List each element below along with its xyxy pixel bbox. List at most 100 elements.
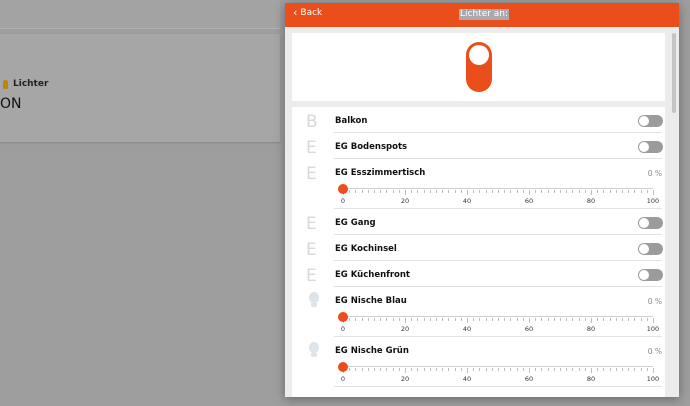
- dimmer-slider[interactable]: [338, 182, 654, 196]
- slider-tick: [646, 190, 648, 193]
- slider-tick: [417, 318, 419, 321]
- slider-tick: [349, 368, 351, 371]
- back-button[interactable]: ‹ Back: [293, 7, 323, 18]
- slider-tick: [349, 190, 351, 193]
- slider-tick: [529, 190, 530, 195]
- dialog-scrollbar[interactable]: [672, 33, 676, 113]
- dimmer-slider[interactable]: [338, 360, 654, 374]
- slider-tick: [374, 368, 375, 371]
- slider-tick: [615, 190, 617, 193]
- slider-tick: [634, 318, 636, 321]
- slider-tick: [380, 368, 382, 371]
- switch-knob: [639, 116, 649, 126]
- switch-knob: [639, 244, 649, 254]
- slider-thumb[interactable]: [338, 312, 348, 322]
- slider-tick-label: 40: [462, 325, 472, 333]
- slider-tick-label: 60: [524, 325, 534, 333]
- slider-tick: [522, 368, 524, 371]
- slider-tick: [392, 318, 394, 321]
- slider-track: [343, 188, 653, 189]
- dialog-header: ‹ Back Lichter an:: [285, 3, 679, 27]
- slider-tick: [398, 368, 400, 371]
- dialog-title: Lichter an:: [459, 9, 510, 20]
- slider-tick: [510, 318, 512, 321]
- main-toggle-card: [292, 33, 665, 101]
- slider-tick-label: 0: [340, 325, 346, 333]
- slider-tick: [485, 368, 487, 371]
- slider-tick: [498, 318, 499, 321]
- list-item: E EG Küchenfront: [292, 261, 665, 287]
- slider-tick: [491, 318, 493, 321]
- lightbulb-icon: [3, 79, 8, 89]
- slider-tick: [355, 368, 357, 371]
- item-switch[interactable]: [638, 243, 663, 255]
- slider-tick: [591, 318, 592, 323]
- bulb-base: [311, 303, 317, 307]
- slider-tick: [547, 190, 549, 193]
- slider-tick: [634, 190, 636, 193]
- slider-tick: [467, 368, 468, 373]
- slider-tick: [398, 190, 400, 193]
- slider-tick: [566, 318, 568, 321]
- slider-tick-labels: 0 20 40 60 80 100: [341, 375, 663, 383]
- slider-tick-label: 60: [524, 197, 534, 205]
- item-switch[interactable]: [638, 217, 663, 229]
- slider-tick: [646, 368, 648, 371]
- slider-tick: [417, 368, 419, 371]
- slider-tick: [572, 368, 574, 371]
- main-lights-toggle[interactable]: [466, 42, 492, 92]
- list-item: EG Nische Blau 0 % 0 20 40 60 80 100: [292, 287, 665, 337]
- slider-tick: [597, 368, 599, 371]
- bulb-base: [311, 353, 317, 357]
- item-letter-icon: E: [306, 214, 317, 234]
- slider-tick: [392, 368, 394, 371]
- slider-tick: [597, 190, 599, 193]
- slider-tick: [454, 368, 456, 371]
- toggle-knob: [469, 45, 489, 65]
- item-percent: 0 %: [647, 297, 662, 306]
- switch-knob: [639, 142, 649, 152]
- slider-tick: [417, 190, 419, 193]
- slider-tick: [529, 318, 530, 323]
- slider-tick-label: 100: [646, 375, 660, 383]
- slider-tick: [355, 318, 357, 321]
- slider-tick: [361, 190, 363, 193]
- slider-tick: [374, 190, 375, 193]
- slider-tick: [405, 318, 406, 323]
- slider-tick: [411, 368, 413, 371]
- slider-thumb[interactable]: [338, 184, 348, 194]
- slider-tick: [609, 190, 611, 193]
- dimmer-slider[interactable]: [338, 310, 654, 324]
- slider-tick: [603, 368, 605, 371]
- slider-tick: [448, 318, 450, 321]
- item-percent: 0 %: [647, 347, 662, 356]
- slider-tick: [386, 318, 388, 321]
- slider-tick: [380, 190, 382, 193]
- background-card-title-text: Lichter: [13, 79, 49, 89]
- item-switch[interactable]: [638, 269, 663, 281]
- slider-tick: [485, 318, 487, 321]
- slider-tick-label: 20: [400, 197, 410, 205]
- slider-tick-labels: 0 20 40 60 80 100: [341, 197, 663, 205]
- background-top-bar: [0, 0, 280, 28]
- slider-tick-label: 40: [462, 197, 472, 205]
- slider-tick: [485, 190, 487, 193]
- list-item: E EG Esszimmertisch 0 % 0 20 40 60 80 100: [292, 159, 665, 209]
- item-switch[interactable]: [638, 115, 663, 127]
- back-button-label: Back: [300, 8, 323, 18]
- slider-tick: [560, 368, 561, 371]
- slider-tick: [578, 368, 580, 371]
- slider-tick: [516, 190, 518, 193]
- slider-tick: [609, 368, 611, 371]
- bulb-glass: [309, 342, 319, 353]
- slider-tick: [634, 368, 636, 371]
- slider-tick: [374, 318, 375, 321]
- slider-tick-label: 80: [586, 375, 596, 383]
- slider-tick: [615, 318, 617, 321]
- slider-tick: [584, 368, 586, 371]
- slider-tick: [429, 190, 431, 193]
- item-switch[interactable]: [638, 141, 663, 153]
- slider-thumb[interactable]: [338, 362, 348, 372]
- slider-tick: [516, 368, 518, 371]
- slider-tick: [609, 318, 611, 321]
